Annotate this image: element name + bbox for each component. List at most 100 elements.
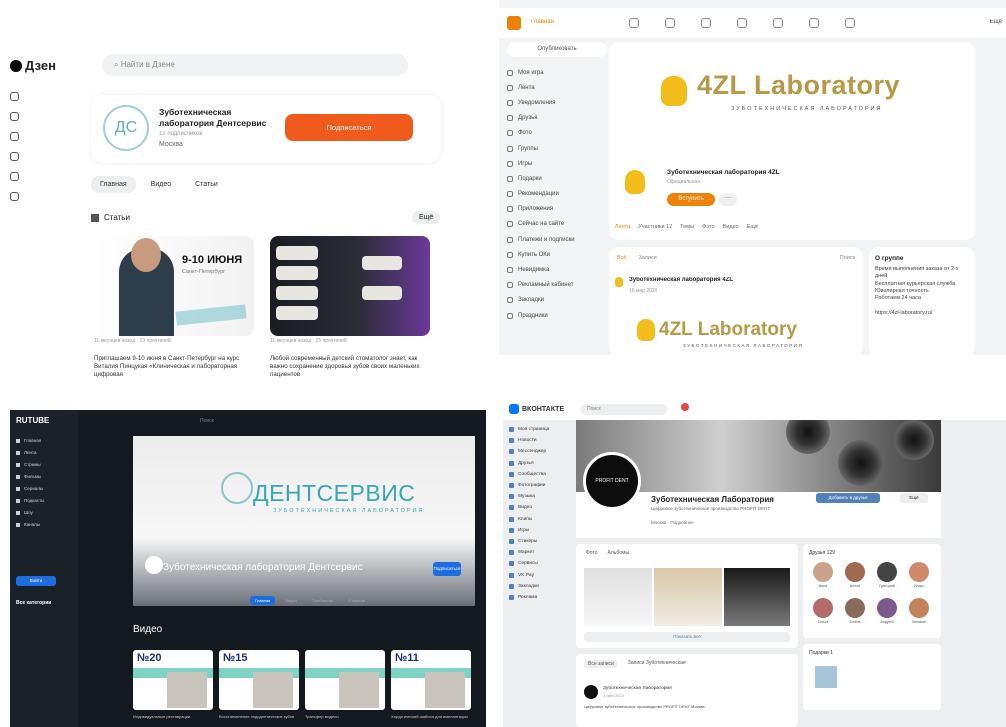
vk-menu-item[interactable]: Новости (509, 435, 549, 446)
vk-menu-item[interactable]: Фотографии (509, 480, 549, 491)
article-text[interactable]: Приглашаем 9-10 июня в Санкт-Петербург н… (94, 355, 254, 379)
rutube-menu-item[interactable]: Стримы (16, 462, 41, 467)
post-author[interactable]: Зуботехническая лаборатория 4ZL (629, 277, 733, 283)
discussions-icon[interactable] (665, 18, 675, 28)
tab-notes[interactable]: Записи (638, 255, 656, 261)
tab-video[interactable]: Видео (280, 596, 302, 605)
channel-avatar[interactable] (145, 556, 163, 574)
articles-icon[interactable] (10, 152, 19, 161)
about-url[interactable]: https://4zl-laboratory.ru/ (875, 310, 969, 316)
vk-menu-item[interactable]: Моя страница (509, 424, 549, 435)
ok-menu-item[interactable]: Игры (507, 156, 607, 171)
add-friend-button[interactable]: Добавить в друзья (816, 493, 880, 503)
ok-menu-item[interactable]: Друзья (507, 111, 607, 126)
subscriptions-icon[interactable] (10, 112, 19, 121)
friend-avatar[interactable] (877, 562, 897, 582)
ok-menu-item[interactable]: Моя игра (507, 65, 607, 80)
friend-name[interactable]: Елена (843, 620, 867, 624)
messages-icon[interactable] (629, 18, 639, 28)
rutube-search-input[interactable]: Поиск (200, 418, 214, 424)
tab-video[interactable]: Видео (142, 176, 180, 193)
rutube-logo[interactable]: RUTUBE (16, 416, 49, 425)
tab-members[interactable]: Участники 12 (638, 224, 672, 230)
article-text[interactable]: Любой современный детский стоматолог зна… (270, 355, 430, 379)
vk-search-input[interactable]: Поиск (581, 404, 667, 415)
video-title[interactable]: Индивидуальные реставрации (133, 714, 213, 719)
subscribe-button[interactable]: Подписаться (433, 562, 461, 576)
profile-more-button[interactable]: Ещё (900, 493, 928, 503)
vk-menu-item[interactable]: Мессенджер (509, 446, 549, 457)
rutube-menu-item[interactable]: Шоу (16, 510, 33, 515)
ok-menu-item[interactable]: Лента (507, 80, 607, 95)
ok-home-link[interactable]: Главная (531, 19, 554, 25)
video-thumbnail[interactable] (305, 650, 385, 710)
friend-avatar[interactable] (845, 562, 865, 582)
video-title[interactable]: Трансфер модели (305, 714, 385, 719)
tab-main[interactable]: Главная (250, 596, 276, 605)
ok-menu-item[interactable]: Группы (507, 141, 607, 156)
friend-name[interactable]: Антон (843, 584, 867, 588)
tab-all-posts[interactable]: Все записи (584, 660, 618, 668)
vk-logo[interactable]: ВКОНТАКТЕ (509, 404, 564, 414)
vk-menu-item[interactable]: Игры (509, 525, 549, 536)
ok-menu-item[interactable]: Приложения (507, 202, 607, 217)
profile-details[interactable]: Москва · Подробнее (651, 520, 694, 525)
ok-menu-item[interactable]: Подарки (507, 171, 607, 186)
publish-button[interactable]: Опубликовать (507, 42, 607, 57)
rutube-menu-item[interactable]: Подкасты (16, 498, 44, 503)
video-icon[interactable] (10, 132, 19, 141)
article-card-thumbnail[interactable]: 9-10 ИЮНЯ Санкт-Петербург (94, 236, 254, 336)
tab-articles[interactable]: Статьи (186, 176, 227, 193)
profile-avatar[interactable]: PROFIT DENT (583, 452, 641, 510)
tab-about[interactable]: О канале (343, 596, 370, 605)
video-thumbnail[interactable]: №11 (391, 650, 471, 710)
photo-teeth-1[interactable] (584, 568, 652, 626)
video-thumbnail[interactable]: №20 (133, 650, 213, 710)
friend-avatar[interactable] (845, 598, 865, 618)
rutube-menu-item[interactable]: Главная (16, 438, 41, 443)
photo-teeth-3[interactable] (724, 568, 790, 626)
login-button[interactable]: Войти (16, 576, 56, 586)
vk-menu-item[interactable]: Клипы (509, 514, 549, 525)
notifications-icon[interactable] (701, 18, 711, 28)
ok-logo-icon[interactable] (507, 16, 521, 30)
vk-menu-item[interactable]: Закладки (509, 581, 549, 592)
photo-teeth-2[interactable] (654, 568, 722, 626)
friend-avatar[interactable] (877, 598, 897, 618)
vk-menu-item[interactable]: Видео (509, 502, 549, 513)
show-all-photos-button[interactable]: Показать всё (584, 632, 790, 642)
rutube-menu-item[interactable]: Лента (16, 450, 36, 455)
likes-icon[interactable] (773, 18, 783, 28)
subscribe-button[interactable]: Подписаться (285, 114, 413, 141)
categories-link[interactable]: Все категории (16, 600, 51, 606)
friend-avatar[interactable] (909, 562, 929, 582)
ok-menu-item[interactable]: Фото (507, 126, 607, 141)
ok-menu-item[interactable]: Рекомендации (507, 187, 607, 202)
tab-photos[interactable]: Фото (586, 550, 598, 556)
show-all-button[interactable]: Ещё (412, 211, 441, 224)
friend-avatar[interactable] (909, 598, 929, 618)
friend-name[interactable]: Михаил (907, 620, 931, 624)
ok-menu-item[interactable]: Праздники (507, 308, 607, 323)
more-actions-button[interactable]: ··· (719, 193, 737, 206)
article-card-thumbnail[interactable] (270, 236, 430, 336)
gift-image[interactable] (815, 666, 837, 688)
video-icon[interactable] (809, 18, 819, 28)
ok-menu-item[interactable]: Платежи и подписки (507, 232, 607, 247)
friends-title[interactable]: Друзья 129 (809, 550, 835, 556)
tab-albums[interactable]: Альбомы (608, 550, 630, 556)
friends-icon[interactable] (737, 18, 747, 28)
tab-feed[interactable]: Лента (615, 224, 630, 230)
tab-owner-posts[interactable]: Записи Зуботехническая (628, 660, 686, 668)
ok-menu-item[interactable]: Сейчас на сайте (507, 217, 607, 232)
vk-menu-item[interactable]: Друзья (509, 458, 549, 469)
tab-all[interactable]: Всё (617, 255, 626, 261)
friend-name[interactable]: Ольга (811, 620, 835, 624)
vk-menu-item[interactable]: Стикеры (509, 536, 549, 547)
channel-avatar[interactable]: ДС (103, 105, 149, 151)
ok-menu-item[interactable]: Уведомления (507, 95, 607, 110)
vk-menu-item[interactable]: Реклама (509, 592, 549, 603)
friend-avatar[interactable] (813, 598, 833, 618)
post-author[interactable]: Зуботехническая Лаборатория (603, 686, 672, 691)
ok-menu-item[interactable]: Закладки (507, 293, 607, 308)
